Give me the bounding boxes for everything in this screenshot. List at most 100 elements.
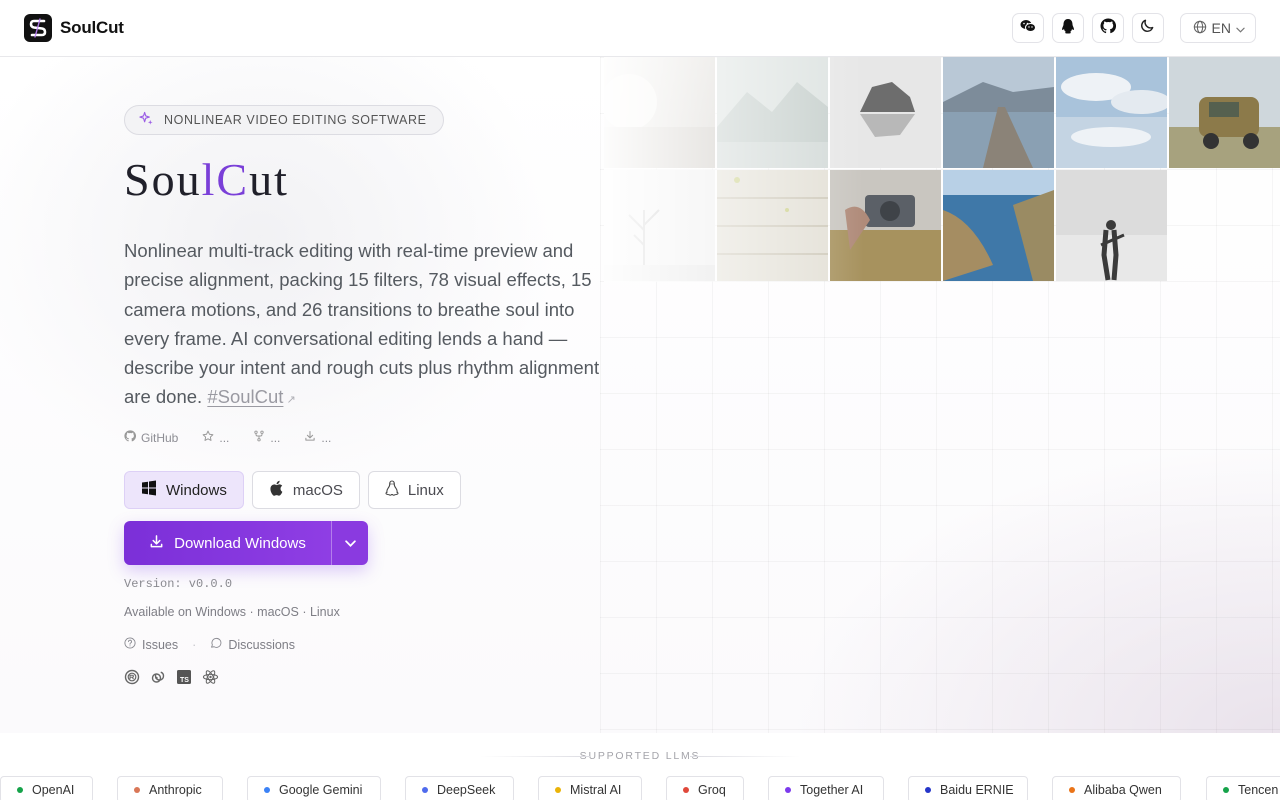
download-icon <box>149 534 164 553</box>
hero-section: NONLINEAR VIDEO EDITING SOFTWARE SoulCut… <box>124 105 614 416</box>
tab-windows-label: Windows <box>166 481 227 499</box>
hero-title-accent: lC <box>201 154 250 205</box>
github-stat-link[interactable]: GitHub <box>124 430 178 445</box>
llm-chip-label: Alibaba Qwen <box>1084 782 1162 797</box>
llm-chip-openai: OpenAI <box>0 776 93 800</box>
download-small-icon <box>304 430 316 445</box>
llm-chip-label: Google Gemini <box>279 782 363 797</box>
download-button-group: Download Windows <box>124 521 368 565</box>
discussions-label: Discussions <box>228 637 295 652</box>
chevron-down-icon <box>344 534 356 552</box>
llm-chip-label: Baidu ERNIE <box>940 782 1014 797</box>
mosaic-photo-pier-lake <box>943 57 1054 168</box>
llm-chip-label: Anthropic <box>149 782 202 797</box>
mosaic-photo-wooden-planks <box>717 170 828 281</box>
mosaic-photo-misty-mountains <box>717 57 828 168</box>
top-navbar: SoulCut EN <box>0 0 1280 57</box>
rust-icon <box>124 669 140 690</box>
tab-windows[interactable]: Windows <box>124 471 244 509</box>
hero-title: SoulCut <box>124 157 614 203</box>
brand[interactable]: SoulCut <box>24 14 124 42</box>
tab-macos-label: macOS <box>292 481 343 499</box>
llm-chip-deepseek: DeepSeek <box>405 776 514 800</box>
community-links: Issues · Discussions <box>124 637 295 652</box>
supported-llms-section: SUPPORTED LLMS OpenAI Anthropic Google G… <box>0 733 1280 800</box>
tech-stack-icons: TS <box>124 669 219 690</box>
llm-chip-baidu-ernie: Baidu ERNIE <box>908 776 1028 800</box>
globe-icon <box>1193 20 1207 37</box>
svg-text:TS: TS <box>180 677 189 684</box>
typescript-icon: TS <box>176 669 192 690</box>
downloads-count: ... <box>321 430 332 445</box>
message-circle-icon <box>210 637 222 652</box>
llm-chip-mistral-ai: Mistral AI <box>538 776 642 800</box>
llm-chip-together-ai: Together AI <box>768 776 884 800</box>
category-badge-label: NONLINEAR VIDEO EDITING SOFTWARE <box>164 113 427 127</box>
status-dot <box>264 786 270 793</box>
wechat-icon <box>1020 19 1036 38</box>
status-dot <box>555 786 561 793</box>
mosaic-photo-guitarist <box>1056 170 1167 281</box>
llm-chip-label: Tencen <box>1238 782 1279 797</box>
mosaic-photo-cloud-reflection <box>1056 57 1167 168</box>
language-selector[interactable]: EN <box>1179 13 1256 43</box>
repo-stats: GitHub ... ... ... <box>124 430 331 445</box>
tab-linux[interactable]: Linux <box>367 471 461 509</box>
llm-chip-tencent: Tencen <box>1206 776 1280 800</box>
apple-icon <box>269 480 284 500</box>
discussions-link[interactable]: Discussions <box>210 637 295 652</box>
llm-chip-label: Groq <box>698 782 726 797</box>
github-icon <box>1100 17 1116 39</box>
llm-chip-label: DeepSeek <box>437 782 496 797</box>
github-stat-label: GitHub <box>141 430 179 445</box>
download-button-label: Download Windows <box>174 534 306 552</box>
tab-macos[interactable]: macOS <box>251 471 360 509</box>
qq-icon <box>1061 18 1075 39</box>
photo-mosaic <box>604 57 1280 282</box>
os-selector: Windows macOS Linux <box>124 471 461 509</box>
soulcut-hashtag-link[interactable]: #SoulCut <box>207 386 283 407</box>
theme-toggle-button[interactable] <box>1131 13 1164 43</box>
external-link-icon: ↗ <box>286 394 296 407</box>
github-small-icon <box>124 430 137 445</box>
hero-title-part-1: Sou <box>124 154 202 205</box>
tab-linux-label: Linux <box>407 481 444 499</box>
mosaic-photo-winter-trees <box>604 170 715 281</box>
mosaic-photo-camera-hands <box>830 170 941 281</box>
sparkles-icon <box>139 111 154 129</box>
availability-text: Available on Windows · macOS · Linux <box>124 605 340 619</box>
qq-button[interactable] <box>1051 13 1084 43</box>
llm-chip-anthropic: Anthropic <box>117 776 223 800</box>
stars-stat: ... <box>202 430 229 445</box>
github-button[interactable] <box>1091 13 1124 43</box>
issues-link[interactable]: Issues <box>124 637 178 652</box>
star-icon <box>202 430 214 445</box>
status-dot <box>17 786 23 793</box>
download-button[interactable]: Download Windows <box>124 521 331 565</box>
mosaic-photo-rock-reflection <box>830 57 941 168</box>
brand-name: SoulCut <box>60 18 124 37</box>
llm-chip-google-gemini: Google Gemini <box>247 776 381 800</box>
llm-chip-alibaba-qwen: Alibaba Qwen <box>1052 776 1181 800</box>
status-dot <box>134 786 140 793</box>
llm-chip-label: Together AI <box>800 782 864 797</box>
react-icon <box>202 669 219 690</box>
status-dot <box>925 786 931 793</box>
supported-llms-heading: SUPPORTED LLMS <box>0 750 1280 762</box>
status-dot <box>1223 786 1229 793</box>
hero-description-text: Nonlinear multi-track editing with real-… <box>124 240 600 408</box>
language-label: EN <box>1211 20 1231 36</box>
wechat-button[interactable] <box>1011 13 1044 43</box>
llm-chip-label: OpenAI <box>32 782 75 797</box>
status-dot <box>422 786 428 793</box>
mosaic-photo-vintage-truck <box>1169 57 1280 168</box>
mosaic-photo-coastal-cliff <box>943 170 1054 281</box>
download-options-toggle[interactable] <box>331 521 368 565</box>
forks-stat: ... <box>253 430 280 445</box>
status-dot <box>785 786 791 793</box>
windows-icon <box>141 480 157 500</box>
tauri-icon <box>150 669 166 690</box>
downloads-stat: ... <box>304 430 331 445</box>
category-badge: NONLINEAR VIDEO EDITING SOFTWARE <box>124 105 444 135</box>
status-dot <box>1069 786 1075 793</box>
